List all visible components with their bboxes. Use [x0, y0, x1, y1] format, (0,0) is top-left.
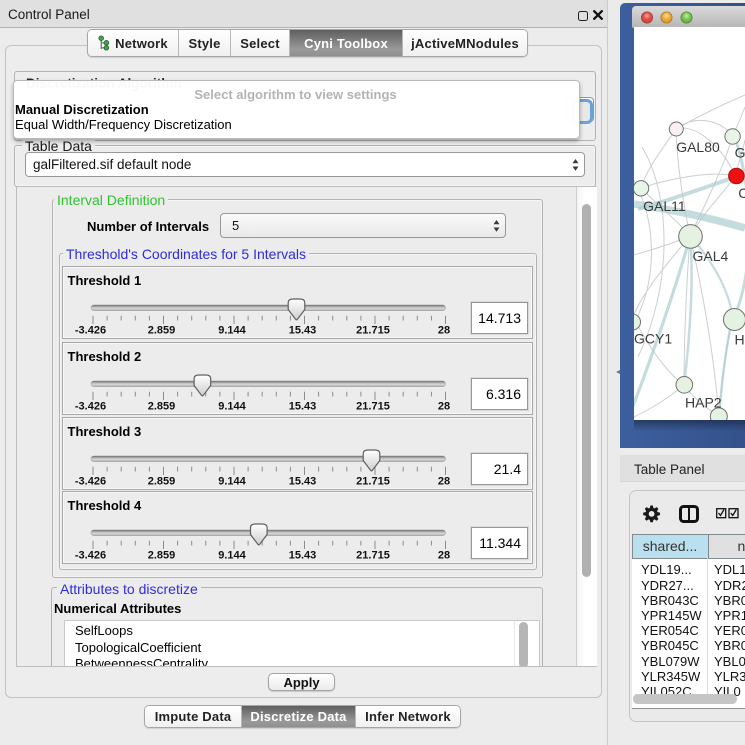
svg-text:15.43: 15.43: [289, 325, 317, 337]
svg-text:2.859: 2.859: [148, 550, 176, 562]
svg-text:9.144: 9.144: [218, 325, 246, 337]
svg-text:-3.426: -3.426: [75, 401, 106, 413]
svg-text:21.715: 21.715: [356, 401, 390, 413]
svg-text:GCY1: GCY1: [634, 331, 672, 347]
svg-text:9.144: 9.144: [218, 476, 246, 488]
svg-text:15.43: 15.43: [289, 401, 317, 413]
svg-text:G.: G.: [735, 145, 745, 161]
svg-text:21.715: 21.715: [356, 550, 390, 562]
svg-text:-3.426: -3.426: [75, 476, 106, 488]
svg-text:-3.426: -3.426: [75, 550, 106, 562]
svg-text:2.859: 2.859: [148, 401, 176, 413]
svg-text:15.43: 15.43: [289, 476, 317, 488]
svg-text:C: C: [738, 185, 745, 201]
svg-text:HAP2: HAP2: [685, 395, 722, 411]
svg-text:-3.426: -3.426: [75, 325, 106, 337]
svg-text:28: 28: [438, 401, 450, 413]
svg-text:H: H: [735, 332, 745, 348]
svg-text:15.43: 15.43: [289, 550, 317, 562]
svg-text:28: 28: [438, 476, 450, 488]
svg-text:GAL80: GAL80: [676, 139, 720, 155]
svg-text:2.859: 2.859: [148, 325, 176, 337]
svg-text:GAL4: GAL4: [693, 248, 729, 264]
svg-text:28: 28: [438, 325, 450, 337]
svg-text:2.859: 2.859: [148, 476, 176, 488]
svg-text:21.715: 21.715: [356, 476, 390, 488]
svg-text:21.715: 21.715: [356, 325, 390, 337]
svg-text:9.144: 9.144: [218, 401, 246, 413]
svg-text:GAL11: GAL11: [643, 198, 686, 214]
svg-text:9.144: 9.144: [218, 550, 246, 562]
svg-text:28: 28: [438, 550, 450, 562]
